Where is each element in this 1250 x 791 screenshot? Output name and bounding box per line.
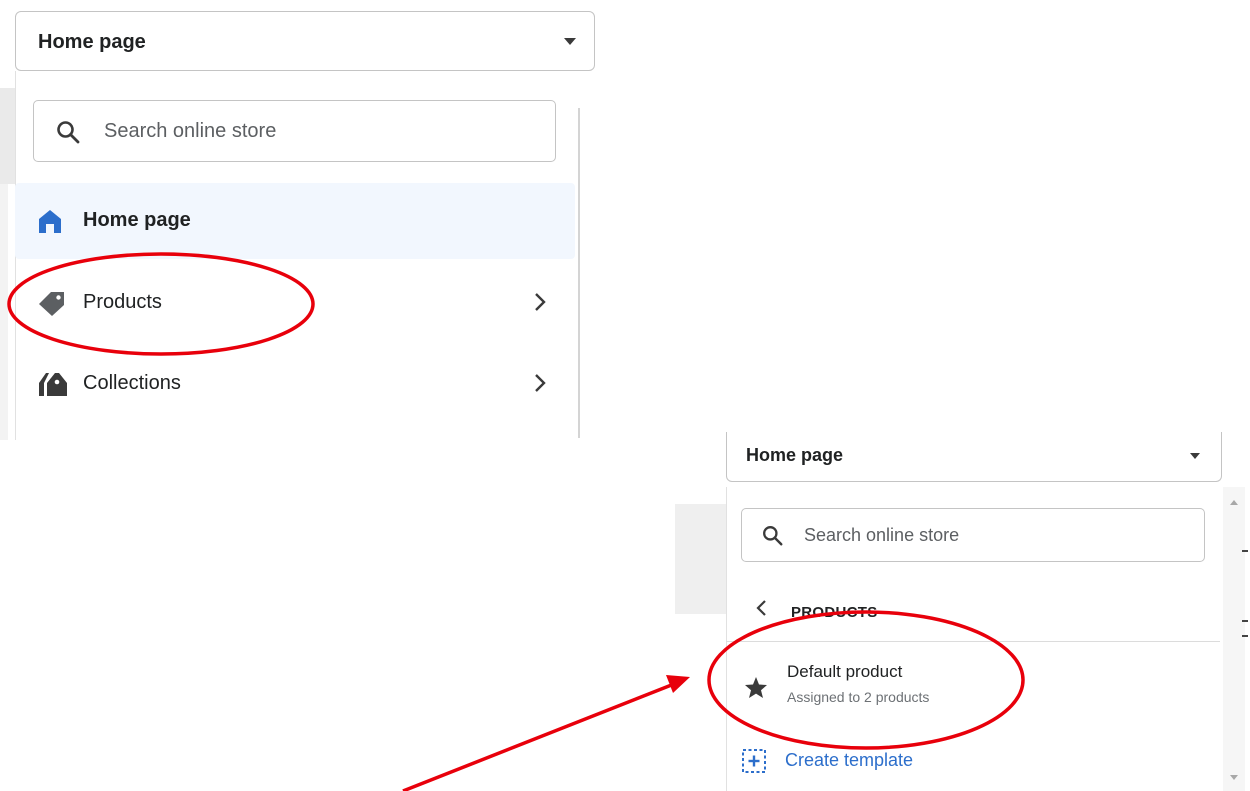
tag-icon <box>37 289 67 322</box>
search-placeholder: Search online store <box>104 120 277 142</box>
chevron-right-icon <box>533 372 547 399</box>
menu-item-products[interactable]: Products <box>15 265 575 341</box>
caret-down-icon <box>1190 453 1200 459</box>
star-icon <box>744 676 768 704</box>
background-strip <box>0 184 8 440</box>
search-input[interactable]: Search online store <box>741 508 1205 562</box>
template-title: Default product <box>787 662 903 681</box>
scrollbar[interactable] <box>1223 487 1245 791</box>
background-mark <box>1242 620 1248 622</box>
menu-item-label: Home page <box>83 209 191 231</box>
chevron-right-icon <box>533 291 547 318</box>
add-template-icon <box>741 748 767 779</box>
scroll-up-icon[interactable] <box>1230 500 1238 505</box>
menu-item-collections[interactable]: Collections <box>15 346 575 422</box>
background-mark <box>1242 550 1248 552</box>
home-icon <box>37 207 63 240</box>
template-subtitle: Assigned to 2 products <box>787 689 930 705</box>
search-icon <box>762 525 783 551</box>
template-selector-panel-bottom: Home page Search online store PRODUCTS D… <box>675 432 1250 791</box>
dropdown-label: Home page <box>38 31 146 53</box>
menu-item-label: Collections <box>83 372 181 394</box>
search-placeholder: Search online store <box>804 525 960 545</box>
chevron-left-icon[interactable] <box>753 597 769 624</box>
caret-down-icon <box>564 38 576 45</box>
collections-icon <box>37 370 69 403</box>
scroll-down-icon[interactable] <box>1230 775 1238 780</box>
section-title: PRODUCTS <box>791 604 878 621</box>
search-icon <box>56 120 80 149</box>
divider <box>726 641 1220 642</box>
template-selector-panel-top: Home page Search online store Home page <box>0 0 600 440</box>
scrollbar[interactable] <box>578 108 580 438</box>
create-template-label: Create template <box>785 750 914 770</box>
background-mark <box>1242 635 1248 637</box>
arrow-line <box>402 682 675 791</box>
template-item-default-product[interactable]: Default product Assigned to 2 products <box>735 652 1205 724</box>
dropdown-label: Home page <box>746 445 844 465</box>
page-template-dropdown[interactable]: Home page <box>15 11 595 71</box>
search-input[interactable]: Search online store <box>33 100 556 162</box>
menu-item-label: Products <box>83 291 162 313</box>
page-template-dropdown[interactable]: Home page <box>726 432 1222 482</box>
menu-item-home-page[interactable]: Home page <box>15 183 575 259</box>
